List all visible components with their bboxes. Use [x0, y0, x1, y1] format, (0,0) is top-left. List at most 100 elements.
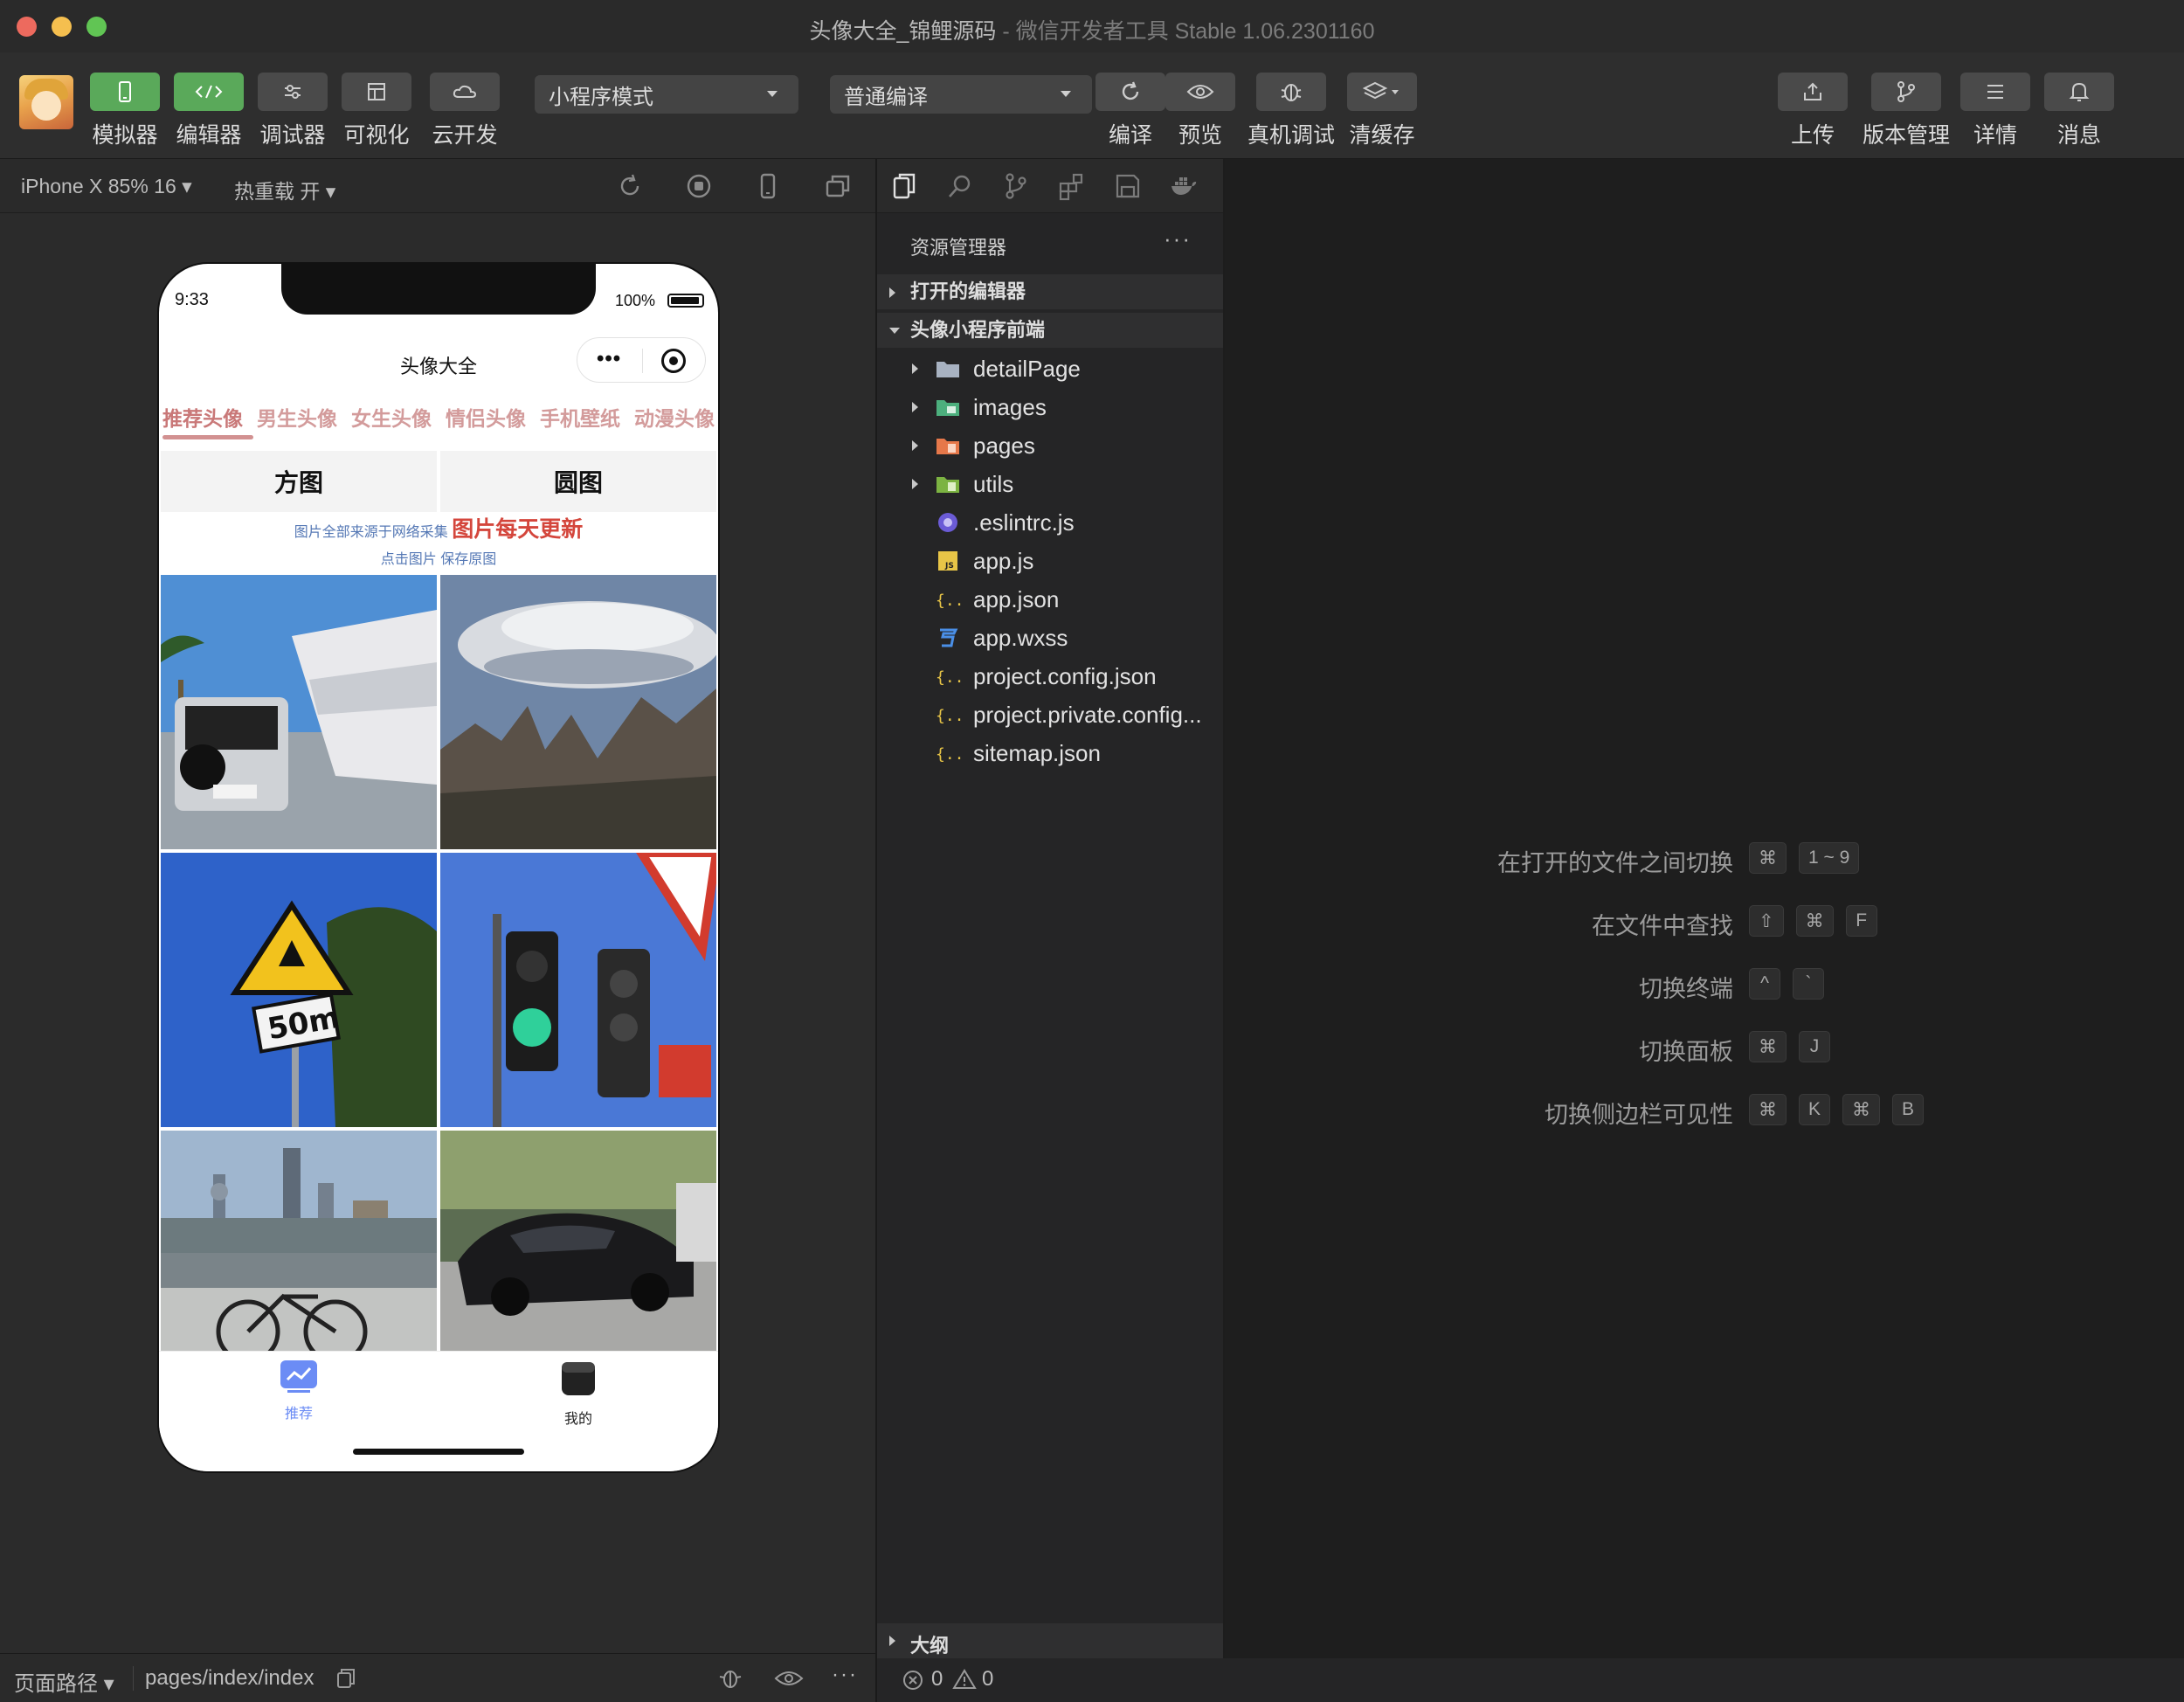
preview-button[interactable]: 预览 [1165, 73, 1235, 149]
square-image-toggle[interactable]: 方图 [161, 451, 437, 512]
editor-toggle-button[interactable]: 编辑器 [174, 73, 244, 149]
editor-area: 在打开的文件之间切换 ⌘ 1 ~ 9 在文件中查找 ⇧ ⌘ F 切换终端 ^ `… [1225, 159, 2184, 1658]
avatar-image-city-bike[interactable] [161, 1131, 437, 1351]
chevron-right-icon [889, 287, 895, 298]
editor-label: 编辑器 [176, 123, 242, 148]
file-name: app.json [973, 586, 1060, 612]
tree-item-folder[interactable]: utils [877, 465, 1223, 503]
compile-mode-value: 普通编译 [844, 85, 928, 109]
cloud-dev-button[interactable]: 云开发 [430, 73, 500, 149]
details-button[interactable]: 详情 [1960, 73, 2030, 149]
chevron-right-icon [889, 1636, 895, 1646]
category-tab-wallpaper[interactable]: 手机壁纸 [540, 402, 620, 446]
tab-recommend[interactable]: 推荐 [246, 1359, 351, 1422]
tree-item-folder[interactable]: images [877, 388, 1223, 426]
tree-item-file[interactable]: JS app.js [877, 542, 1223, 580]
project-section[interactable]: 头像小程序前端 [877, 313, 1223, 348]
tree-item-file[interactable]: .eslintrc.js [877, 503, 1223, 542]
copy-icon[interactable] [334, 1666, 358, 1695]
mode-select[interactable]: 小程序模式 [535, 75, 798, 114]
status-time: 9:33 [175, 290, 209, 309]
files-icon[interactable] [889, 171, 919, 201]
detach-window-icon[interactable] [823, 171, 853, 201]
tree-item-file[interactable]: {..} project.config.json [877, 657, 1223, 695]
avatar-image-suv[interactable] [161, 575, 437, 849]
upload-button[interactable]: 上传 [1778, 73, 1848, 149]
error-icon[interactable] [902, 1669, 924, 1696]
tree-item-folder[interactable]: detailPage [877, 349, 1223, 388]
phone-frame-icon[interactable] [753, 171, 783, 201]
clear-cache-label: 清缓存 [1349, 123, 1415, 148]
category-tab-anime[interactable]: 动漫头像 [634, 402, 715, 446]
chart-icon [280, 1360, 317, 1393]
open-editors-section[interactable]: 打开的编辑器 [877, 274, 1223, 309]
avatar-image-sports-car[interactable] [440, 1131, 716, 1351]
bug-icon[interactable] [716, 1664, 744, 1697]
cloud-icon [430, 73, 500, 111]
search-icon[interactable] [945, 171, 975, 201]
rotate-icon[interactable] [615, 171, 645, 201]
remote-debug-button[interactable]: 真机调试 [1248, 73, 1335, 149]
tree-item-file[interactable]: {..} app.json [877, 580, 1223, 619]
simulator-label: 模拟器 [92, 123, 158, 148]
close-miniprogram-icon[interactable] [661, 349, 686, 373]
page-path-select[interactable]: 页面路径 ▾ [14, 1666, 114, 1697]
source-control-icon[interactable] [1001, 171, 1031, 201]
window-title-app: 微信开发者工具 Stable 1.06.2301160 [1015, 19, 1375, 44]
tab-mine[interactable]: 我的 [526, 1359, 631, 1428]
avatar-image-cloud-mountain[interactable] [440, 575, 716, 849]
tree-item-file[interactable]: app.wxss [877, 619, 1223, 657]
docker-icon[interactable] [1169, 171, 1199, 201]
stop-icon[interactable] [684, 171, 714, 201]
simulator-toggle-button[interactable]: 模拟器 [90, 73, 160, 149]
chevron-down-icon [767, 91, 778, 97]
more-icon[interactable]: ··· [832, 1663, 858, 1687]
pages-folder-icon [936, 439, 959, 454]
key-cap: J [1799, 1031, 1830, 1062]
avatar-image-road-sign[interactable]: 50m [161, 853, 437, 1127]
shortcut-keys: ⌘ J [1749, 1031, 1830, 1062]
messages-button[interactable]: 消息 [2044, 73, 2114, 149]
file-name: images [973, 394, 1047, 420]
notice-tip: 点击图片 保存原图 [380, 552, 497, 567]
avatar-image-traffic-light[interactable] [440, 853, 716, 1127]
round-image-toggle[interactable]: 圆图 [440, 451, 716, 512]
css-file-icon [940, 628, 958, 647]
key-cap: ⇧ [1749, 905, 1784, 937]
debugger-label: 调试器 [259, 123, 326, 148]
details-label: 详情 [1973, 123, 2017, 148]
project-label: 头像小程序前端 [910, 319, 1046, 341]
more-actions-icon[interactable]: ··· [1164, 225, 1192, 253]
category-tab-female[interactable]: 女生头像 [351, 402, 432, 446]
storage-icon[interactable] [1113, 171, 1143, 201]
eye-icon[interactable] [774, 1666, 804, 1695]
category-tab-male[interactable]: 男生头像 [257, 402, 337, 446]
layout-icon [342, 73, 411, 111]
compile-mode-select[interactable]: 普通编译 [830, 75, 1092, 114]
window-title-separator: - [996, 19, 1016, 44]
miniprogram-capsule[interactable]: ••• [577, 337, 706, 383]
simulator-status-bar: 页面路径 ▾ pages/index/index ··· [0, 1653, 875, 1702]
chevron-right-icon [912, 440, 918, 451]
clear-cache-button[interactable]: 清缓存 [1347, 73, 1417, 149]
shortcut-label: 在打开的文件之间切换 [1497, 850, 1733, 876]
debugger-toggle-button[interactable]: 调试器 [258, 73, 328, 149]
tree-item-folder[interactable]: pages [877, 426, 1223, 465]
extensions-icon[interactable] [1057, 171, 1087, 201]
visual-toggle-button[interactable]: 可视化 [342, 73, 411, 149]
simulator-header: iPhone X 85% 16 ▾ 热重载 开 ▾ [0, 159, 875, 213]
outline-section[interactable]: 大纲 [877, 1623, 1223, 1658]
tree-item-file[interactable]: {..} project.private.config... [877, 695, 1223, 734]
file-name: detailPage [973, 356, 1081, 382]
code-icon [174, 73, 244, 111]
more-dots-icon[interactable]: ••• [597, 347, 621, 371]
warning-icon[interactable] [952, 1668, 977, 1695]
tree-item-file[interactable]: {..} sitemap.json [877, 734, 1223, 772]
hot-reload-toggle[interactable]: 热重载 开 ▾ [234, 175, 335, 204]
device-select[interactable]: iPhone X 85% 16 ▾ [21, 175, 192, 198]
compile-button[interactable]: 编译 [1095, 73, 1165, 149]
version-control-button[interactable]: 版本管理 [1863, 73, 1950, 149]
mode-select-value: 小程序模式 [549, 85, 653, 109]
category-tab-couple[interactable]: 情侣头像 [446, 402, 526, 446]
user-avatar[interactable] [19, 75, 73, 129]
